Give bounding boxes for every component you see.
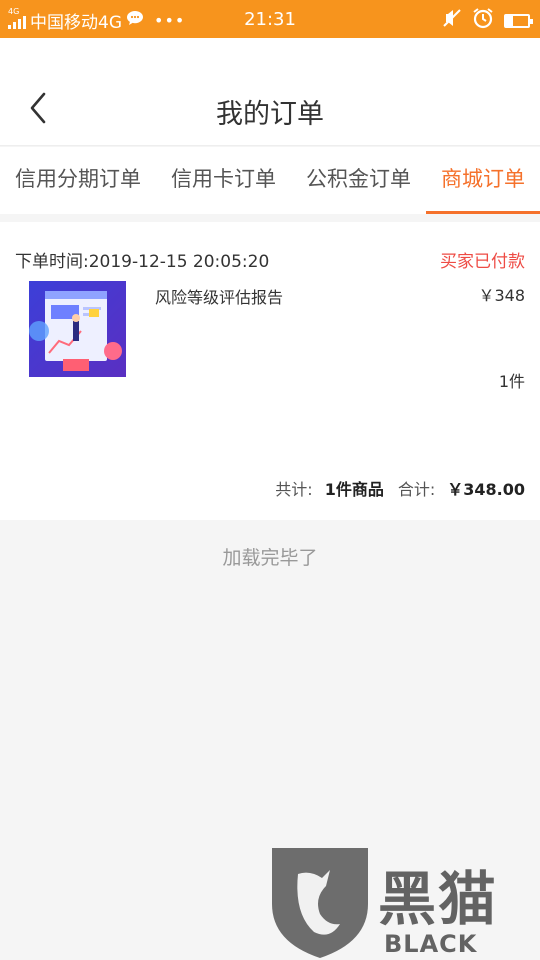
- page-title: 我的订单: [216, 99, 324, 130]
- summary-amount: ￥348.00: [447, 480, 525, 499]
- order-status: 买家已付款: [440, 252, 525, 272]
- order-card[interactable]: 下单时间:2019-12-15 20:05:20 买家已付款 风险等级评估报告 …: [0, 222, 540, 520]
- alarm-icon: [472, 7, 494, 34]
- product-thumbnail[interactable]: [29, 281, 126, 377]
- summary-item-count: 1件商品: [324, 480, 384, 499]
- tab-credit-card[interactable]: 信用卡订单: [156, 147, 291, 214]
- order-tabs: 信用分期订单 信用卡订单 公积金订单 商城订单: [0, 147, 540, 214]
- status-bar: 4G 中国移动4G ••• 21:31: [0, 0, 540, 38]
- product-quantity: 1件: [498, 372, 525, 391]
- tab-mall[interactable]: 商城订单: [426, 147, 540, 214]
- status-right: [442, 7, 533, 34]
- mute-icon: [442, 8, 462, 33]
- product-name: 风险等级评估报告: [155, 288, 284, 307]
- app-header: 我的订单: [0, 38, 540, 146]
- product-price: ￥348: [478, 286, 525, 305]
- load-complete-text: 加载完毕了: [222, 547, 318, 569]
- tab-credit-installment[interactable]: 信用分期订单: [0, 147, 156, 214]
- summary-sum-label: 合计:: [397, 480, 436, 499]
- order-time: 下单时间:2019-12-15 20:05:20: [15, 252, 270, 272]
- watermark-text-cn: 黑猫: [378, 865, 499, 933]
- tab-provident-fund[interactable]: 公积金订单: [291, 147, 426, 214]
- watermark-text-en: BLACK CAT: [384, 930, 478, 960]
- cat-shield-icon: [272, 848, 368, 958]
- order-summary: 共计: 1件商品 合计: ￥348.00: [275, 476, 525, 500]
- active-tab-indicator: [426, 211, 540, 214]
- battery-level: [506, 15, 513, 26]
- summary-total-label: 共计:: [275, 480, 313, 499]
- battery-icon: [504, 13, 533, 28]
- watermark-logo: 黑猫 BLACK CAT: [268, 844, 540, 960]
